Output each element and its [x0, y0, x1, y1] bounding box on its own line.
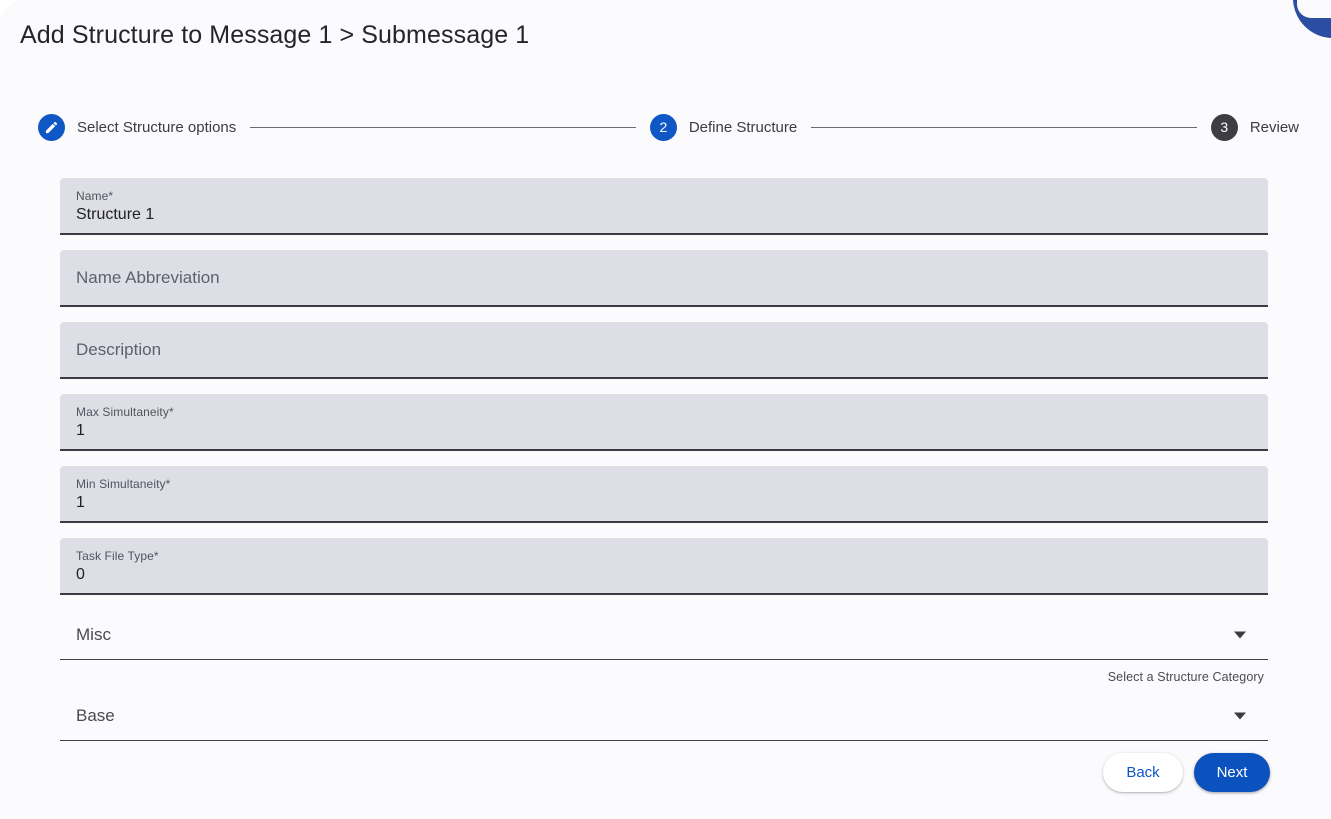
chevron-down-icon	[1234, 631, 1246, 638]
pencil-icon	[45, 121, 58, 133]
field-max-simultaneity[interactable]: Max Simultaneity* 1	[60, 394, 1268, 451]
structure-category-value: Misc	[76, 624, 111, 644]
field-description[interactable]: Description	[60, 322, 1268, 379]
field-max-simultaneity-value: 1	[76, 422, 85, 439]
corner-accent-mask	[1297, 0, 1331, 18]
structure-base-select[interactable]: Base	[60, 691, 1268, 741]
structure-base-select-wrap: Base	[60, 691, 1268, 741]
step-3-label: Review	[1249, 118, 1299, 136]
page-title: Add Structure to Message 1 > Submessage …	[20, 21, 530, 49]
step-3-circle: 3	[1210, 113, 1238, 141]
next-button[interactable]: Next	[1194, 753, 1270, 792]
stepper-connector-2	[811, 126, 1197, 128]
structure-category-hint: Select a Structure Category	[1107, 670, 1264, 684]
field-task-file-type-label: Task File Type*	[76, 549, 159, 563]
step-1-label: Select Structure options	[77, 118, 237, 136]
field-name-value: Structure 1	[76, 206, 155, 223]
back-button[interactable]: Back	[1103, 753, 1183, 792]
wizard-actions: Back Next	[1103, 753, 1270, 792]
wizard-stepper: Select Structure options 2 Define Struct…	[36, 112, 1301, 142]
step-2-label: Define Structure	[688, 118, 798, 136]
field-max-simultaneity-label: Max Simultaneity*	[76, 405, 174, 419]
field-task-file-type-value: 0	[76, 566, 85, 583]
field-name[interactable]: Name* Structure 1	[60, 178, 1268, 235]
stepper-step-review[interactable]: 3 Review	[1208, 113, 1301, 141]
structure-category-select[interactable]: Misc	[60, 610, 1268, 660]
corner-accent-decoration	[1293, 0, 1331, 38]
field-description-placeholder: Description	[76, 339, 162, 359]
field-name-abbreviation[interactable]: Name Abbreviation	[60, 250, 1268, 307]
structure-form: Name* Structure 1 Name Abbreviation Desc…	[60, 178, 1268, 741]
stepper-step-select-structure-options[interactable]: Select Structure options	[36, 113, 239, 141]
structure-base-value: Base	[76, 705, 115, 725]
field-name-label: Name*	[76, 189, 114, 203]
wizard-page: Add Structure to Message 1 > Submessage …	[0, 0, 1331, 819]
field-name-abbreviation-placeholder: Name Abbreviation	[76, 267, 220, 287]
chevron-down-icon	[1234, 712, 1246, 719]
stepper-step-define-structure[interactable]: 2 Define Structure	[647, 113, 800, 141]
field-min-simultaneity-label: Min Simultaneity*	[76, 477, 171, 491]
stepper-connector-1	[250, 126, 636, 128]
step-2-circle: 2	[649, 113, 677, 141]
field-min-simultaneity[interactable]: Min Simultaneity* 1	[60, 466, 1268, 523]
step-1-circle	[38, 113, 65, 141]
field-min-simultaneity-value: 1	[76, 494, 85, 511]
field-task-file-type[interactable]: Task File Type* 0	[60, 538, 1268, 595]
structure-category-select-wrap: Misc Select a Structure Category	[60, 610, 1268, 691]
